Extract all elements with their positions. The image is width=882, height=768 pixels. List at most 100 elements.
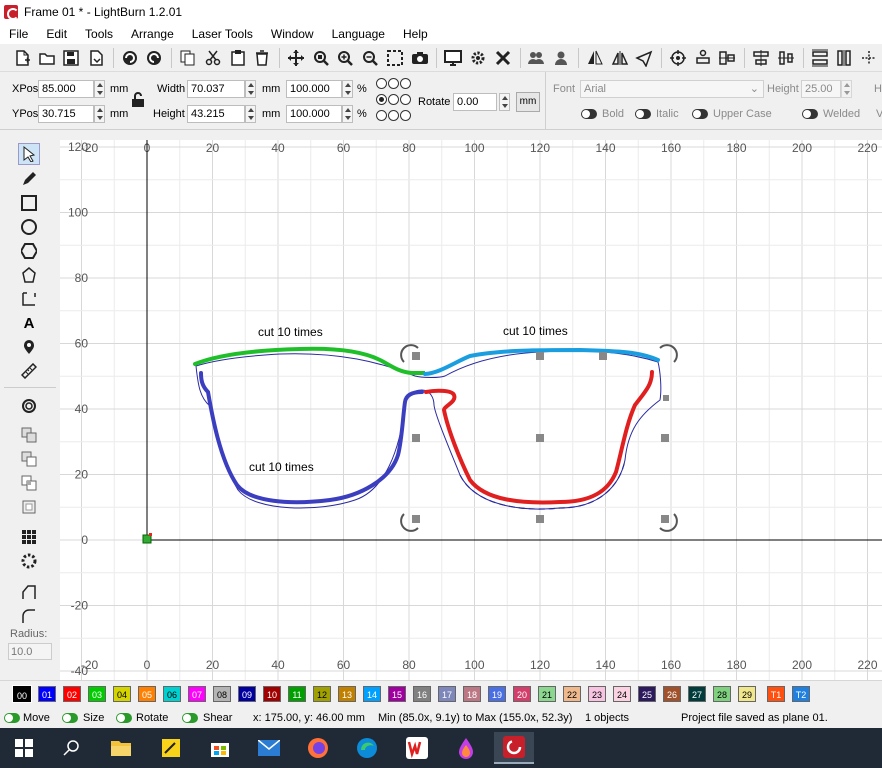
layer-swatch-16[interactable]: 16: [413, 686, 431, 702]
polygon-icon[interactable]: [18, 240, 40, 262]
circular-array-icon[interactable]: [18, 550, 40, 572]
move-icon[interactable]: [284, 46, 308, 70]
rotate-input[interactable]: [453, 93, 497, 111]
search-icon[interactable]: [52, 732, 92, 764]
ungroup-icon[interactable]: [549, 46, 573, 70]
move-toggle[interactable]: [4, 713, 20, 723]
grid-array-icon[interactable]: [18, 526, 40, 548]
layer-swatch-18[interactable]: 18: [463, 686, 481, 702]
sticky-notes-icon[interactable]: [151, 732, 191, 764]
distribute-vertical-icon[interactable]: [832, 46, 856, 70]
rotate-unit-button[interactable]: mm: [516, 92, 540, 112]
undo-icon[interactable]: [118, 46, 142, 70]
layer-swatch-07[interactable]: 07: [188, 686, 206, 702]
ellipse-icon[interactable]: [18, 216, 40, 238]
layer-swatch-T2[interactable]: T2: [792, 686, 810, 702]
anchor-bottom-center[interactable]: [388, 110, 399, 121]
zoom-in-icon[interactable]: [334, 46, 358, 70]
layer-swatch-10[interactable]: 10: [263, 686, 281, 702]
boolean-union-icon[interactable]: [18, 424, 40, 446]
anchor-bottom-left[interactable]: [376, 110, 387, 121]
align-left-icon[interactable]: [691, 46, 715, 70]
layer-swatch-24[interactable]: 24: [613, 686, 631, 702]
menu-help[interactable]: Help: [394, 24, 437, 44]
layer-swatch-29[interactable]: 29: [738, 686, 756, 702]
canvas-svg[interactable]: 0 0 20 20 40 40 60 60 80 80 100 100 120 120 140 140 160 1…: [60, 140, 882, 680]
cut-icon[interactable]: [201, 46, 225, 70]
settings-icon[interactable]: [466, 46, 490, 70]
width-input[interactable]: [187, 80, 245, 98]
more-tools-icon[interactable]: [857, 46, 881, 70]
font-select[interactable]: Arial ⌄: [580, 80, 764, 98]
import-icon[interactable]: [84, 46, 108, 70]
mail-icon[interactable]: [249, 732, 289, 764]
tools-icon[interactable]: [491, 46, 515, 70]
menu-laser-tools[interactable]: Laser Tools: [183, 24, 262, 44]
corner-round-icon[interactable]: [18, 581, 40, 603]
layer-swatch-23[interactable]: 23: [588, 686, 606, 702]
layer-swatch-20[interactable]: 20: [513, 686, 531, 702]
layer-swatch-01[interactable]: 01: [38, 686, 56, 702]
new-file-icon[interactable]: [10, 46, 34, 70]
zoom-selection-icon[interactable]: [383, 46, 407, 70]
anchor-center[interactable]: [388, 94, 399, 105]
firefox-icon[interactable]: [298, 732, 338, 764]
layer-swatch-14[interactable]: 14: [363, 686, 381, 702]
design-canvas[interactable]: 0 0 20 20 40 40 60 60 80 80 100 100 120 120 140 140 160 1…: [60, 140, 882, 680]
group-icon[interactable]: [525, 46, 549, 70]
rotate-spinner[interactable]: [499, 93, 510, 111]
store-icon[interactable]: [200, 732, 240, 764]
layer-swatch-06[interactable]: 06: [163, 686, 181, 702]
anchor-top-center[interactable]: [388, 78, 399, 89]
bold-toggle[interactable]: [581, 109, 597, 119]
monitor-icon[interactable]: [441, 46, 465, 70]
marker-icon[interactable]: [18, 336, 40, 358]
edit-nodes-icon[interactable]: [18, 264, 40, 286]
zoom-out-icon[interactable]: [358, 46, 382, 70]
scale-width-spinner[interactable]: [342, 80, 353, 98]
zoom-fit-icon[interactable]: [309, 46, 333, 70]
italic-toggle[interactable]: [635, 109, 651, 119]
menu-window[interactable]: Window: [262, 24, 323, 44]
layer-swatch-17[interactable]: 17: [438, 686, 456, 702]
send-icon[interactable]: [632, 46, 656, 70]
file-explorer-icon[interactable]: [101, 732, 141, 764]
layer-swatch-21[interactable]: 21: [538, 686, 556, 702]
welded-toggle[interactable]: [802, 109, 818, 119]
align-top-icon[interactable]: [774, 46, 798, 70]
rotate-toggle[interactable]: [116, 713, 132, 723]
layer-swatch-26[interactable]: 26: [663, 686, 681, 702]
anchor-top-left[interactable]: [376, 78, 387, 89]
layer-swatch-22[interactable]: 22: [563, 686, 581, 702]
windows-start-icon[interactable]: [4, 732, 44, 764]
boolean-intersect-icon[interactable]: [18, 472, 40, 494]
anchor-bottom-right[interactable]: [400, 110, 411, 121]
draw-pen-icon[interactable]: [18, 168, 40, 190]
paste-icon[interactable]: [226, 46, 250, 70]
menu-file[interactable]: File: [0, 24, 37, 44]
scale-height-input[interactable]: [286, 105, 342, 123]
edge-icon[interactable]: [347, 732, 387, 764]
layer-swatch-T1[interactable]: T1: [767, 686, 785, 702]
layer-swatch-19[interactable]: 19: [488, 686, 506, 702]
layer-swatch-25[interactable]: 25: [638, 686, 656, 702]
redo-icon[interactable]: [143, 46, 167, 70]
copy-icon[interactable]: [176, 46, 200, 70]
anchor-middle-right[interactable]: [400, 94, 411, 105]
layer-swatch-15[interactable]: 15: [388, 686, 406, 702]
corner-chamfer-icon[interactable]: [18, 605, 40, 627]
menu-tools[interactable]: Tools: [76, 24, 122, 44]
select-icon[interactable]: [18, 143, 40, 165]
text-icon[interactable]: A: [18, 312, 40, 334]
anchor-top-right[interactable]: [400, 78, 411, 89]
layer-swatch-13[interactable]: 13: [338, 686, 356, 702]
save-icon[interactable]: [59, 46, 83, 70]
center-laser-icon[interactable]: [666, 46, 690, 70]
ypos-input[interactable]: [38, 105, 94, 123]
menu-arrange[interactable]: Arrange: [122, 24, 183, 44]
camera-icon[interactable]: [408, 46, 432, 70]
font-height-input[interactable]: [801, 80, 841, 98]
upper-case-toggle[interactable]: [692, 109, 708, 119]
layer-swatch-04[interactable]: 04: [113, 686, 131, 702]
layer-swatch-02[interactable]: 02: [63, 686, 81, 702]
